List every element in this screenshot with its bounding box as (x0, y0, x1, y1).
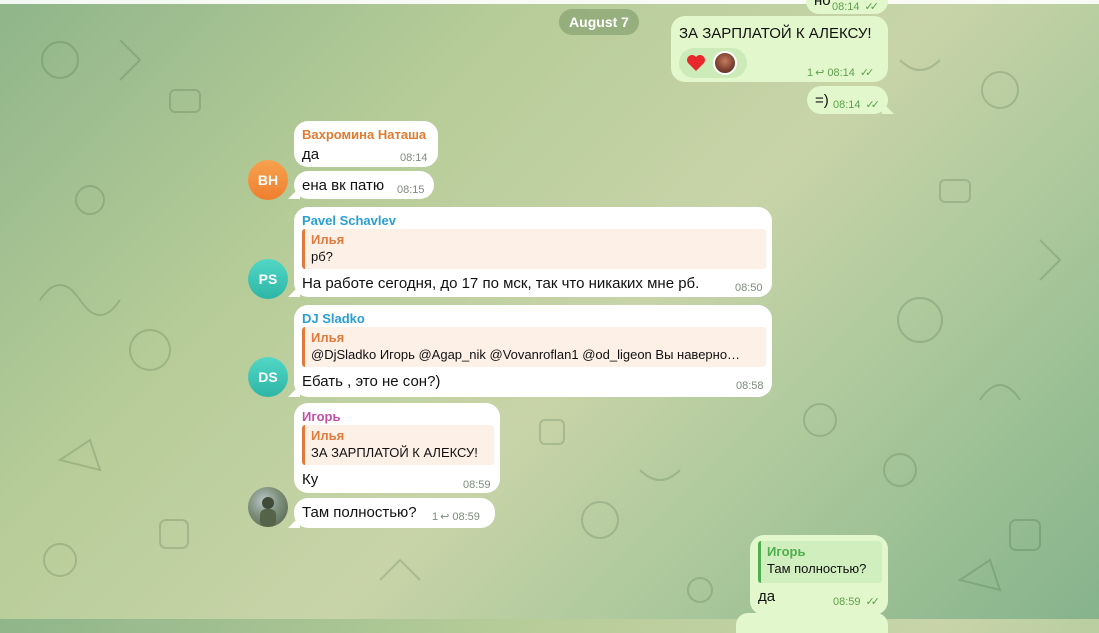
message-incoming[interactable]: Игорь Илья ЗА ЗАРПЛАТОЙ К АЛЕКСУ! Ку 08:… (294, 403, 500, 493)
message-incoming[interactable]: Pavel Schavlev Илья рб? На работе сегодн… (288, 207, 772, 297)
message-text: да (302, 146, 320, 163)
message-incoming[interactable]: Там полностью? 1 ↩ 08:59 (288, 498, 495, 528)
top-edge (0, 0, 1099, 4)
reply-quote[interactable]: Илья ЗА ЗАРПЛАТОЙ К АЛЕКСУ! (302, 425, 494, 465)
message-time: 08:50 (735, 282, 763, 294)
read-checks-icon: ✓✓ (865, 596, 881, 608)
message-incoming[interactable]: ена вк патю 08:15 (288, 171, 434, 199)
sender-name: Вахромина Наташа (302, 127, 427, 142)
message-time: 1 ↩ 08:59 (432, 510, 480, 524)
message-incoming[interactable]: Вахромина Наташа да 08:14 (294, 121, 438, 167)
message-text: Ку (302, 471, 319, 488)
bubble-tail (288, 187, 300, 199)
message-time: 08:15 (397, 184, 425, 196)
bubble-tail (288, 385, 300, 397)
read-checks-icon: ✓✓ (859, 67, 875, 79)
avatar[interactable]: DS (248, 357, 288, 397)
message-text: но (814, 0, 831, 9)
quote-sender: Илья (311, 232, 345, 247)
message-outgoing-partial[interactable] (736, 613, 888, 633)
reply-count[interactable]: 1 ↩ (807, 66, 825, 80)
message-text: да (758, 588, 776, 605)
avatar[interactable]: ВН (248, 160, 288, 200)
quote-text: рб? (311, 249, 333, 264)
message-time: 08:14 ✓✓ (833, 98, 881, 112)
quote-sender: Илья (311, 428, 345, 443)
message-text: На работе сегодня, до 17 по мск, так что… (302, 275, 700, 292)
message-outgoing[interactable]: ЗА ЗАРПЛАТОЙ К АЛЕКСУ! 1 ↩ 08:14 ✓✓ (671, 16, 888, 82)
reply-arrow-icon: ↩ (815, 67, 825, 79)
sender-name: Pavel Schavlev (302, 213, 396, 228)
quote-text: @DjSladko Игорь @Agap_nik @Vovanroflan1 … (311, 347, 741, 362)
quote-text: ЗА ЗАРПЛАТОЙ К АЛЕКСУ! (311, 445, 478, 460)
reply-arrow-icon: ↩ (440, 511, 450, 523)
message-outgoing[interactable]: =) 08:14 ✓✓ (807, 86, 894, 114)
reply-quote[interactable]: Игорь Там полностью? (758, 541, 882, 583)
bubble-tail (288, 516, 300, 528)
reaction-user-avatar (713, 51, 737, 75)
quote-sender: Игорь (767, 544, 806, 559)
avatar[interactable]: PS (248, 259, 288, 299)
reply-quote[interactable]: Илья рб? (302, 229, 766, 269)
message-time: 08:58 (736, 380, 764, 392)
message-time: 08:14 (400, 152, 428, 164)
message-text: Там полностью? (302, 504, 417, 521)
quote-text: Там полностью? (767, 561, 867, 576)
message-text: =) (815, 92, 829, 109)
reply-quote[interactable]: Илья @DjSladko Игорь @Agap_nik @Vovanrof… (302, 327, 766, 367)
person-photo-icon (260, 497, 276, 527)
reply-count[interactable]: 1 ↩ (432, 510, 450, 524)
sender-name: DJ Sladko (302, 311, 365, 326)
bubble-tail (882, 102, 894, 114)
read-checks-icon: ✓✓ (864, 1, 880, 13)
message-time: 08:59 ✓✓ (833, 595, 881, 609)
bubble-tail (288, 285, 300, 297)
heart-reaction-icon[interactable] (685, 52, 707, 74)
message-outgoing-partial[interactable]: но 08:14 ✓✓ (806, 0, 888, 14)
message-text: ЗА ЗАРПЛАТОЙ К АЛЕКСУ! (679, 25, 872, 42)
message-time: 1 ↩ 08:14 ✓✓ (807, 66, 875, 80)
message-time: 08:14 ✓✓ (832, 0, 880, 14)
quote-sender: Илья (311, 330, 345, 345)
message-incoming[interactable]: DJ Sladko Илья @DjSladko Игорь @Agap_nik… (288, 305, 772, 397)
message-text: ена вк патю (302, 177, 385, 194)
date-separator: August 7 (559, 9, 639, 35)
message-text: Ебать , это не сон?) (302, 373, 441, 390)
message-time: 08:59 (463, 479, 491, 491)
avatar-photo[interactable] (248, 487, 288, 527)
read-checks-icon: ✓✓ (865, 99, 881, 111)
sender-name: Игорь (302, 409, 341, 424)
message-outgoing[interactable]: Игорь Там полностью? да 08:59 ✓✓ (750, 535, 888, 615)
reactions[interactable] (679, 48, 747, 78)
